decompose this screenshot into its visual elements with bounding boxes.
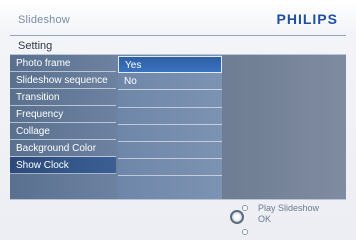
- menu-item-slideshow-sequence[interactable]: Slideshow sequence: [10, 72, 116, 89]
- up-small-circle-icon: [242, 205, 248, 211]
- header-bar: Slideshow PHILIPS: [0, 0, 356, 36]
- photo-frame-screen: Slideshow PHILIPS Setting Photo frame Sl…: [0, 0, 356, 240]
- brand-logo: PHILIPS: [276, 11, 338, 27]
- preview-column: [222, 55, 346, 199]
- option-divider: [118, 175, 222, 176]
- option-yes[interactable]: Yes: [118, 56, 222, 73]
- menu-item-transition[interactable]: Transition: [10, 89, 116, 106]
- menu-item-collage[interactable]: Collage: [10, 123, 116, 140]
- option-no[interactable]: No: [118, 73, 222, 90]
- option-divider: [118, 158, 222, 159]
- play-slideshow-hint: Play Slideshow: [258, 203, 320, 213]
- down-small-circle-icon: [242, 229, 248, 235]
- option-divider: [118, 124, 222, 125]
- menu-item-frequency[interactable]: Frequency: [10, 106, 116, 123]
- settings-panel: Photo frame Slideshow sequence Transitio…: [10, 55, 346, 199]
- header-divider: [10, 35, 346, 36]
- option-divider: [118, 141, 222, 142]
- option-divider: [118, 107, 222, 108]
- menu-item-photo-frame[interactable]: Photo frame: [10, 55, 116, 72]
- app-title: Slideshow: [18, 14, 70, 26]
- section-title: Setting: [18, 40, 53, 52]
- footer-divider: [10, 199, 346, 200]
- menu-item-show-clock[interactable]: Show Clock: [10, 157, 116, 174]
- ok-ring-button-icon[interactable]: [230, 210, 244, 224]
- menu-item-background-color[interactable]: Background Color: [10, 140, 116, 157]
- ok-hint: OK: [258, 214, 272, 224]
